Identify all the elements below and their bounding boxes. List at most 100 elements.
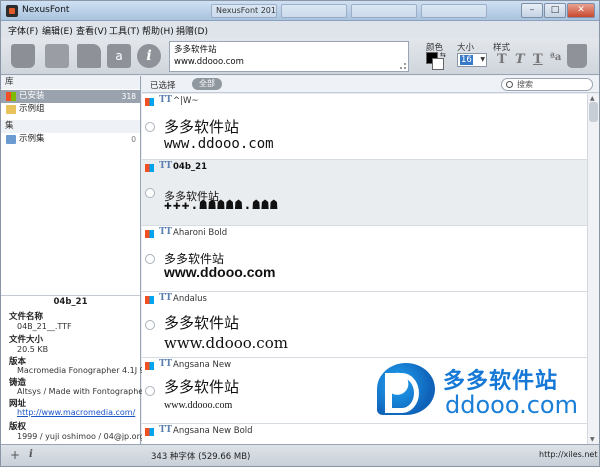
menu-help[interactable]: 帮助(H) <box>142 24 174 37</box>
scroll-up-icon[interactable]: ▲ <box>590 95 595 102</box>
sidebar-item-installed[interactable]: 已安装 318 <box>1 90 140 103</box>
minimize-button[interactable]: – <box>521 3 543 18</box>
font-preview-line-2: www.ddooo.com <box>164 334 288 352</box>
file-size-value: 20.5 KB <box>17 345 49 354</box>
folder-icon[interactable] <box>77 44 101 68</box>
collection-icon <box>6 135 16 144</box>
menu-tools[interactable]: 工具(T) <box>109 24 140 37</box>
sidebar-item-label: 示例集 <box>19 134 45 144</box>
truetype-icon: TT <box>159 95 173 105</box>
font-name: Angsana New <box>173 360 232 370</box>
watermark-logo-icon <box>377 363 435 415</box>
background-tab-3[interactable] <box>351 4 417 18</box>
font-name: 04b_21 <box>173 162 207 172</box>
truetype-icon: TT <box>159 293 173 303</box>
sidebar-item-label: 示例组 <box>19 104 45 114</box>
resize-grip-icon[interactable] <box>400 63 406 69</box>
size-label: 大小 <box>457 43 475 53</box>
background-tab-2[interactable] <box>281 4 347 18</box>
select-checkbox[interactable] <box>145 254 155 264</box>
font-name: Andalus <box>173 294 207 304</box>
sidebar: 库 已安装 318 示例组 集 示例集 0 04b_21 文件名称 04B_21… <box>1 76 157 444</box>
search-icon <box>506 81 513 88</box>
underline-style-button[interactable]: T <box>533 52 543 67</box>
sidebar-item-sample-group[interactable]: 示例组 <box>1 103 140 116</box>
scrollbar-thumb[interactable] <box>589 102 598 122</box>
windows-font-icon <box>145 296 154 304</box>
menu-view[interactable]: 查看(V) <box>76 24 107 37</box>
menu-edit[interactable]: 编辑(E) <box>42 24 73 37</box>
truetype-icon: TT <box>159 161 173 171</box>
window-title: NexusFont <box>22 5 70 15</box>
watermark-en-text: ddooo.com <box>445 391 578 419</box>
title-bar: NexusFont NexusFont 2010 – □ ✕ <box>1 1 599 21</box>
select-checkbox[interactable] <box>145 386 155 396</box>
font-preview-line-2: www.ddooo.com <box>164 136 274 152</box>
font-preview-line-1: 多多软件站 <box>164 118 240 136</box>
nexusfont-app-icon <box>6 5 18 17</box>
select-checkbox[interactable] <box>145 188 155 198</box>
website-link[interactable]: http://xiles.net <box>539 450 597 459</box>
font-row[interactable]: TT Aharoni Bold 多多软件站 www.ddooo.com <box>142 226 587 292</box>
font-count-status: 343 种字体 (529.66 MB) <box>151 452 251 462</box>
windows-fonts-icon <box>6 92 16 101</box>
font-row[interactable]: TT Andalus 多多软件站 www.ddooo.com <box>142 292 587 358</box>
chevron-down-icon: ▼ <box>480 56 485 63</box>
background-color-swatch[interactable] <box>432 58 444 70</box>
font-row[interactable]: TT Angsana New Bold <box>142 424 587 444</box>
close-button[interactable]: ✕ <box>567 3 595 18</box>
sample-text-line-1: 多多软件站 <box>174 45 217 55</box>
toolbar: a i 多多软件站 www.ddooo.com 颜色 ⇆ 大小 16 ▼ 样式 … <box>1 38 599 75</box>
font-file-icon[interactable]: a <box>107 44 131 68</box>
font-row[interactable]: TT ^|W~ 多多软件站 www.ddooo.com <box>142 94 587 160</box>
font-size-select[interactable]: 16 ▼ <box>457 53 487 67</box>
folder-icon <box>6 105 16 114</box>
font-name: Aharoni Bold <box>173 228 228 238</box>
menu-donate[interactable]: 捐赠(D) <box>176 24 208 37</box>
maximize-button[interactable]: □ <box>544 3 566 18</box>
library-header: 库 <box>1 76 140 89</box>
case-style-button[interactable]: ªa <box>550 52 561 63</box>
font-add-icon[interactable] <box>45 44 69 68</box>
sample-text-input[interactable]: 多多软件站 www.ddooo.com <box>169 41 409 72</box>
bold-style-button[interactable]: T <box>497 52 507 67</box>
background-tab-1[interactable]: NexusFont 2010 <box>211 4 277 18</box>
file-name-label: 文件名称 <box>9 312 44 322</box>
font-info-title: 04b_21 <box>1 295 140 308</box>
font-preview-line-2: www.ddooo.com <box>164 264 276 280</box>
printer-icon[interactable] <box>11 44 35 68</box>
italic-style-button[interactable]: T <box>515 52 525 67</box>
version-value: Macromedia Fonographer 4.1J 99... <box>17 366 158 375</box>
trash-icon[interactable] <box>567 44 587 68</box>
url-link[interactable]: http://www.macromedia.com/ <box>17 408 135 417</box>
windows-font-icon <box>145 362 154 370</box>
search-input[interactable]: 搜索 <box>501 78 593 91</box>
info-icon[interactable]: i <box>137 44 161 68</box>
select-checkbox[interactable] <box>145 122 155 132</box>
sidebar-item-count: 0 <box>131 135 136 144</box>
file-size-label: 文件大小 <box>9 335 44 345</box>
font-name: Angsana New Bold <box>173 426 253 436</box>
background-tab-4[interactable] <box>421 4 487 18</box>
vendor-value: Altsys / Made with Fontographer <box>17 387 147 396</box>
filter-selected-tab[interactable]: 已选择 <box>150 79 176 91</box>
app-window: NexusFont NexusFont 2010 – □ ✕ 字体(F) 编辑(… <box>0 0 600 467</box>
font-preview-line-1: 多多软件站 <box>164 314 240 332</box>
sidebar-item-sample-collection[interactable]: 示例集 0 <box>1 133 140 146</box>
swap-colors-icon[interactable]: ⇆ <box>440 51 446 59</box>
windows-font-icon <box>145 98 154 106</box>
add-icon[interactable]: + <box>10 448 20 462</box>
truetype-icon: TT <box>159 359 173 369</box>
sidebar-item-label: 已安装 <box>19 91 45 101</box>
truetype-icon: TT <box>159 425 173 435</box>
select-checkbox[interactable] <box>145 320 155 330</box>
font-preview-line-2: ✚✚✚.☗☗☗☗☗.☗☗☗ <box>164 198 279 213</box>
font-name: ^|W~ <box>173 96 199 106</box>
search-placeholder: 搜索 <box>517 80 533 89</box>
menu-font[interactable]: 字体(F) <box>8 24 38 37</box>
font-row[interactable]: TT 04b_21 多多软件站 ✚✚✚.☗☗☗☗☗.☗☗☗ <box>142 160 587 226</box>
scroll-down-icon[interactable]: ▼ <box>590 436 595 443</box>
filter-bar: 已选择 全部 搜索 <box>142 76 599 93</box>
info-toggle-icon[interactable]: i <box>29 449 33 460</box>
filter-all-tab[interactable]: 全部 <box>192 78 222 90</box>
